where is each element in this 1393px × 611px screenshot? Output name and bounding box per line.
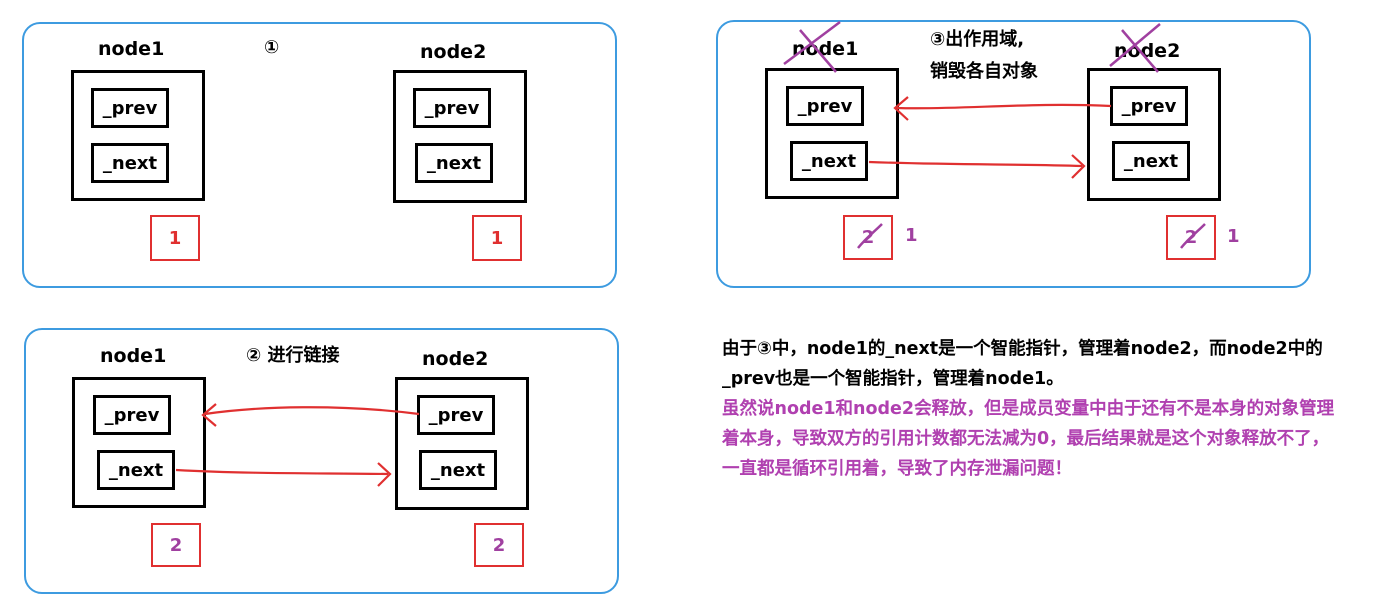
node1-next-field: _next: [97, 450, 175, 490]
node2-label: node2: [422, 348, 489, 370]
explanation-line-4: 着本身，导致双方的引用计数都无法减为0，最后结果就是这个对象释放不了，: [722, 429, 1330, 449]
node2-label: node2: [420, 41, 487, 63]
node2-prev-field: _prev: [413, 88, 491, 128]
node2-ref-count: 2: [474, 523, 524, 567]
explanation-line-5: 一直都是循环引用着，导致了内存泄漏问题！: [722, 459, 1072, 479]
node2-ref-count: 1: [472, 215, 522, 261]
node1-ref-count: 1: [150, 215, 200, 261]
node1-old-ref-count: 2: [843, 215, 893, 260]
node1-label: node1: [792, 38, 859, 60]
explanation-line-2: _prev也是一个智能指针，管理着node1。: [722, 369, 1064, 389]
explanation-line-3: 虽然说node1和node2会释放，但是成员变量中由于还有不是本身的对象管理: [722, 399, 1335, 419]
node2-label: node2: [1114, 40, 1181, 62]
node2-new-ref-count: 1: [1227, 226, 1240, 247]
node1-label: node1: [98, 38, 165, 60]
step-3-line2: 销毁各自对象: [930, 61, 1038, 82]
node2-next-field: _next: [415, 143, 493, 183]
node1-next-field: _next: [790, 141, 868, 181]
step-3-line1: ③出作用域,: [930, 29, 1025, 50]
node1-label: node1: [100, 345, 167, 367]
node1-prev-field: _prev: [93, 395, 171, 435]
node1-prev-field: _prev: [91, 88, 169, 128]
node1-prev-field: _prev: [786, 86, 864, 126]
node1-ref-count: 2: [151, 523, 201, 567]
node1-next-field: _next: [91, 143, 169, 183]
explanation-text: 由于③中，node1的_next是一个智能指针，管理着node2，而node2中…: [722, 334, 1382, 484]
node2-next-field: _next: [1112, 141, 1190, 181]
node1-new-ref-count: 1: [905, 225, 918, 246]
explanation-line-1: 由于③中，node1的_next是一个智能指针，管理着node2，而node2中…: [722, 339, 1323, 359]
node2-next-field: _next: [419, 450, 497, 490]
node2-old-ref-count: 2: [1166, 215, 1216, 260]
node2-prev-field: _prev: [1110, 86, 1188, 126]
node2-prev-field: _prev: [417, 395, 495, 435]
step-1-label: ①: [264, 37, 280, 58]
step-2-label: ② 进行链接: [246, 345, 340, 366]
